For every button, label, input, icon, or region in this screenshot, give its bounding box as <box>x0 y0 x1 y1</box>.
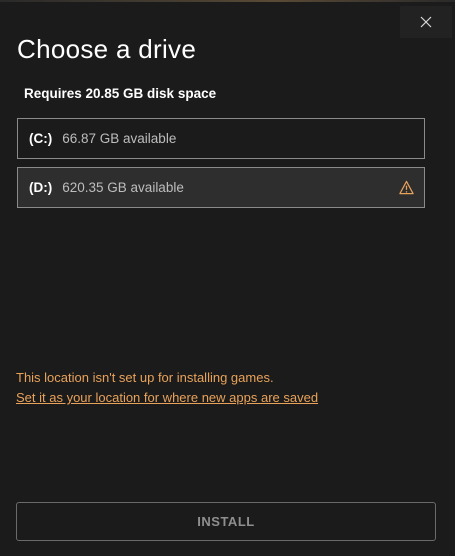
set-default-location-link[interactable]: Set it as your location for where new ap… <box>16 390 318 405</box>
drive-available-space: 620.35 GB available <box>62 180 184 195</box>
drive-available-space: 66.87 GB available <box>62 131 177 146</box>
dialog-title: Choose a drive <box>17 34 197 64</box>
choose-drive-dialog: Choose a drive Requires 20.85 GB disk sp… <box>0 0 455 556</box>
top-accent-strip <box>0 0 455 2</box>
disk-space-requirement: Requires 20.85 GB disk space <box>24 86 217 101</box>
close-button[interactable] <box>400 6 452 38</box>
drive-letter: (D:) <box>29 180 53 195</box>
drive-option-d[interactable]: (D:) 620.35 GB available <box>17 167 425 208</box>
install-button[interactable]: INSTALL <box>16 502 436 541</box>
close-icon <box>420 16 432 28</box>
drive-option-c[interactable]: (C:) 66.87 GB available <box>17 118 425 159</box>
warning-icon <box>399 180 414 195</box>
drive-letter: (C:) <box>29 131 53 146</box>
location-warning-message: This location isn't set up for installin… <box>16 370 274 385</box>
